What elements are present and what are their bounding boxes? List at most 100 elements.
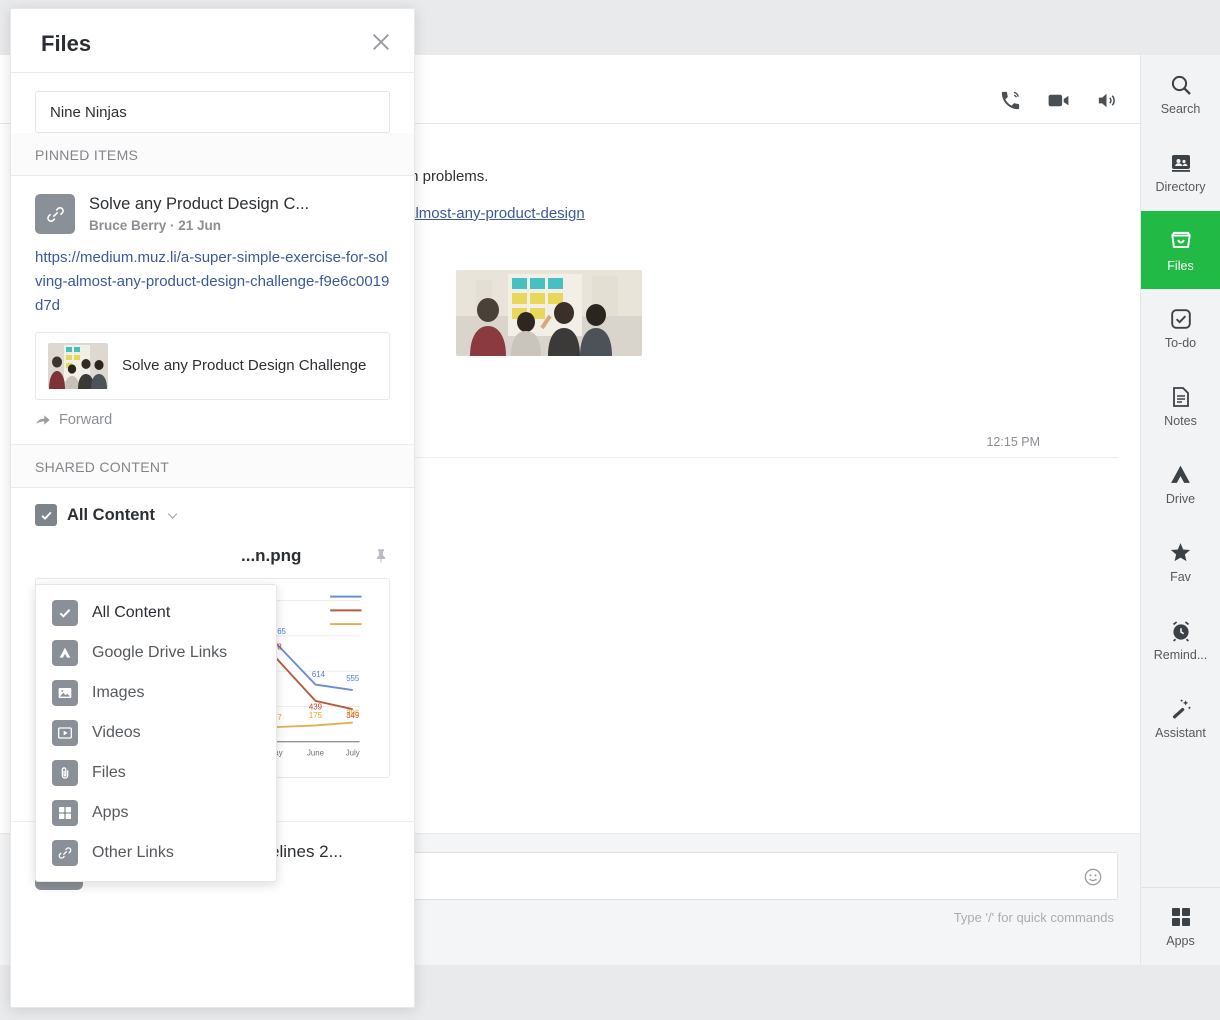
dropdown-item-apps[interactable]: Apps: [36, 793, 276, 833]
svg-text:175: 175: [309, 711, 323, 720]
drive-icon: [52, 640, 78, 666]
shared-content-heading: SHARED CONTENT: [11, 445, 414, 488]
smiley-icon[interactable]: [1083, 867, 1103, 887]
dropdown-item-label: Apps: [92, 804, 128, 822]
content-filter-dropdown: All Content Google Drive Links Images: [35, 584, 277, 882]
check-icon: [39, 508, 54, 523]
rail-label: Search: [1161, 102, 1201, 116]
dropdown-item-all-content[interactable]: All Content: [36, 593, 276, 633]
dropdown-item-label: Other Links: [92, 844, 174, 862]
forward-button[interactable]: Forward: [35, 412, 112, 428]
dropdown-item-label: Google Drive Links: [92, 644, 227, 662]
dropdown-item-images[interactable]: Images: [36, 673, 276, 713]
workshop-photo: [456, 270, 642, 356]
forward-icon: [35, 412, 51, 428]
rail-item-fav[interactable]: Fav: [1141, 523, 1220, 601]
dropdown-item-label: Videos: [92, 724, 141, 742]
link-icon: [35, 194, 75, 234]
rail-label: Remind...: [1154, 648, 1208, 662]
pinned-link-preview[interactable]: Solve any Product Design Challenge: [35, 332, 390, 400]
dropdown-item-label: Files: [92, 764, 126, 782]
shared-item-name: ...n.png: [35, 546, 301, 566]
files-panel-header: Files: [11, 9, 414, 73]
files-panel: Files PINNED ITEMS Solve any Product D: [10, 8, 415, 1008]
shared-item-header: ...n.png: [35, 540, 390, 566]
rail-item-assistant[interactable]: Assistant: [1141, 679, 1220, 757]
rail-item-files[interactable]: Files: [1141, 211, 1220, 289]
image-icon: [52, 680, 78, 706]
pinned-item[interactable]: Solve any Product Design C... Bruce Berr…: [11, 176, 414, 445]
content-filter[interactable]: All Content: [11, 488, 414, 536]
link-preview-thumbnail: [456, 270, 642, 356]
link-icon: [52, 840, 78, 866]
chat-header-actions: [999, 88, 1118, 113]
play-icon: [52, 720, 78, 746]
chevron-down-icon[interactable]: [165, 508, 180, 523]
files-search-wrap: [11, 73, 414, 133]
filter-selected-label: All Content: [67, 506, 155, 525]
dropdown-item-label: Images: [92, 684, 144, 702]
pinned-items-heading: PINNED ITEMS: [11, 133, 414, 176]
screen-root: ...njas 34 + Add: [0, 0, 1220, 1020]
dropdown-item-other-links[interactable]: Other Links: [36, 833, 276, 873]
pinned-item-header: Solve any Product Design C... Bruce Berr…: [35, 194, 390, 234]
composer-hint: Type '/' for quick commands: [954, 910, 1114, 925]
forward-label: Forward: [59, 412, 112, 428]
rail-spacer: [1141, 757, 1220, 887]
pinned-item-name: Solve any Product Design C...: [89, 194, 390, 215]
panel-title: Files: [41, 31, 91, 57]
svg-text:614: 614: [312, 670, 326, 679]
grid-icon: [1169, 905, 1193, 929]
directory-icon: [1169, 151, 1193, 175]
alarm-icon: [1169, 619, 1193, 643]
rail-item-notes[interactable]: Notes: [1141, 367, 1220, 445]
rail-label: Apps: [1166, 934, 1195, 948]
rail-label: Files: [1167, 259, 1193, 273]
dropdown-item-label: All Content: [92, 604, 170, 622]
dropdown-item-files[interactable]: Files: [36, 753, 276, 793]
rail-item-todo[interactable]: To-do: [1141, 289, 1220, 367]
rail-label: Assistant: [1155, 726, 1206, 740]
preview-thumbnail: [48, 343, 108, 389]
checkbox-icon: [1169, 307, 1193, 331]
rail-label: Fav: [1170, 570, 1191, 584]
workshop-photo: [48, 343, 108, 389]
right-rail: Search Directory Files: [1140, 55, 1220, 965]
pinned-item-actions: Forward: [35, 400, 390, 428]
call-icon[interactable]: [999, 89, 1022, 112]
rail-label: Notes: [1164, 414, 1197, 428]
rail-label: Directory: [1155, 180, 1205, 194]
grid-icon: [52, 800, 78, 826]
svg-text:439: 439: [309, 702, 322, 711]
svg-text:206: 206: [346, 708, 360, 717]
rail-item-drive[interactable]: Drive: [1141, 445, 1220, 523]
rail-item-apps[interactable]: Apps: [1141, 887, 1220, 965]
rail-label: To-do: [1165, 336, 1196, 350]
pinned-item-meta: Bruce Berry · 21 Jun: [89, 218, 390, 233]
wand-icon: [1169, 697, 1193, 721]
svg-text:555: 555: [346, 674, 360, 683]
rail-item-reminders[interactable]: Remind...: [1141, 601, 1220, 679]
rail-item-search[interactable]: Search: [1141, 55, 1220, 133]
search-input[interactable]: [35, 91, 390, 133]
svg-text:July: July: [346, 748, 360, 757]
speaker-icon[interactable]: [1095, 89, 1118, 112]
pinned-item-link[interactable]: https://medium.muz.li/a-super-simple-exe…: [35, 246, 390, 318]
rail-item-directory[interactable]: Directory: [1141, 133, 1220, 211]
filter-checkbox[interactable]: [35, 504, 57, 526]
svg-text:June: June: [307, 748, 324, 757]
search-icon: [1169, 73, 1193, 97]
star-icon: [1168, 540, 1193, 565]
dropdown-item-videos[interactable]: Videos: [36, 713, 276, 753]
notes-icon: [1169, 385, 1193, 409]
video-icon[interactable]: [1046, 88, 1071, 113]
dropdown-item-google-drive-links[interactable]: Google Drive Links: [36, 633, 276, 673]
drive-icon: [1168, 462, 1193, 487]
close-icon[interactable]: [370, 31, 392, 53]
pin-icon[interactable]: [372, 547, 390, 565]
paperclip-icon: [52, 760, 78, 786]
rail-label: Drive: [1166, 492, 1195, 506]
preview-title: Solve any Product Design Challenge: [122, 356, 366, 376]
files-icon: [1168, 228, 1194, 254]
check-icon: [52, 600, 78, 626]
